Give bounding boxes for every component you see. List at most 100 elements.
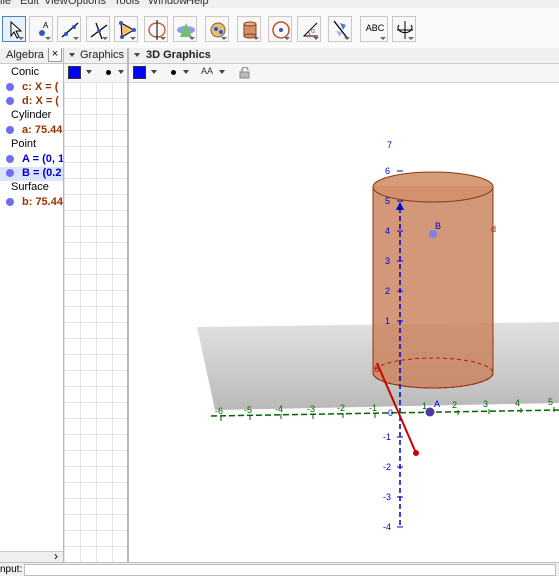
tool-group-indicator-icon: [160, 37, 166, 40]
view-menu-icon[interactable]: [69, 53, 75, 57]
angle-tool-button[interactable]: α: [297, 16, 321, 42]
point-a-label: A: [434, 399, 440, 409]
algebra-view-title-bar: Algebra ×: [0, 48, 63, 64]
graphics-style-bar: [64, 64, 127, 83]
polygon-tool-button[interactable]: [114, 16, 138, 42]
perpendicular-tool-button[interactable]: [86, 16, 110, 42]
algebra-view-title: Algebra: [6, 49, 44, 61]
menu-item[interactable]: ile: [0, 0, 11, 7]
z-tick-label: -1: [383, 432, 391, 442]
menu-item[interactable]: Help: [186, 0, 209, 7]
algebra-item-text: a: 75.44: [22, 124, 63, 136]
menu-item[interactable]: Options: [68, 0, 106, 7]
point-b-label: B: [435, 221, 441, 231]
graphics-view-title-bar: Graphics: [64, 48, 127, 64]
point-a[interactable]: [425, 407, 435, 417]
point-style-icon[interactable]: [106, 70, 111, 75]
algebra-view: Algebra × Conic c: X = (d: X = ( Cylinder a…: [0, 48, 64, 562]
text-tool-label: ABC: [365, 23, 385, 33]
algebra-item[interactable]: b: 75.44: [0, 196, 63, 210]
menu-item[interactable]: Edit: [20, 0, 39, 7]
label-style-button[interactable]: AA: [201, 66, 213, 76]
color-dropdown-icon[interactable]: [151, 70, 157, 74]
x-tick-label: -6: [215, 406, 223, 416]
color-swatch-button[interactable]: [133, 66, 146, 79]
graphics-canvas[interactable]: [64, 82, 127, 562]
tool-group-indicator-icon: [221, 37, 227, 40]
circle-point-tool-button[interactable]: [268, 16, 292, 42]
algebra-item[interactable]: c: X = (: [0, 81, 63, 95]
point-style-dropdown-icon[interactable]: [118, 70, 124, 74]
cylinder-tool-button[interactable]: [237, 16, 261, 42]
tool-group-indicator-icon: [313, 37, 319, 40]
z-tick-label: 4: [385, 226, 390, 236]
lock-icon[interactable]: [239, 66, 251, 82]
algebra-scrollbar[interactable]: ›: [0, 549, 63, 562]
close-icon[interactable]: ×: [48, 48, 62, 62]
svg-text:α: α: [311, 28, 315, 35]
line-tool-button[interactable]: [57, 16, 81, 42]
3d-scene[interactable]: -6 -5 -4 -3 -2 -1 1 2 3 4 51234567-1-2-3-40AB d6: [129, 83, 559, 562]
z-tick-label: -2: [383, 462, 391, 472]
graphics-view[interactable]: Graphics: [64, 48, 128, 562]
tool-group-indicator-icon: [18, 37, 24, 40]
scroll-right-icon[interactable]: ›: [54, 549, 58, 562]
rotate-view-tool-button[interactable]: [392, 16, 416, 42]
menu-item[interactable]: View: [44, 0, 68, 7]
cylinder-top-cap: [372, 171, 494, 203]
menu-bar: ile Edit View Options Tools Window Help: [0, 0, 559, 8]
color-dropdown-icon[interactable]: [86, 70, 92, 74]
menu-item[interactable]: Window: [148, 0, 187, 7]
algebra-item[interactable]: d: X = (: [0, 95, 63, 109]
input-label: nput:: [0, 564, 23, 575]
visibility-toggle-icon[interactable]: [6, 169, 14, 177]
point-b[interactable]: [429, 230, 437, 238]
circle-d-label: d: [491, 224, 496, 234]
z-tick-label: 5: [385, 196, 390, 206]
circle-axis-tool-button[interactable]: [144, 16, 168, 42]
algebra-category[interactable]: Point: [11, 138, 63, 152]
tool-group-indicator-icon: [408, 37, 414, 40]
menu-item[interactable]: Tools: [114, 0, 140, 7]
visibility-toggle-icon[interactable]: [6, 155, 14, 163]
toolbar: Aα ABC: [0, 8, 559, 49]
visibility-toggle-icon[interactable]: [6, 198, 14, 206]
algebra-item[interactable]: a: 75.44: [0, 124, 63, 138]
visibility-toggle-icon[interactable]: [6, 97, 14, 105]
z-tick-label: -3: [383, 492, 391, 502]
intersect-surfaces-tool-button[interactable]: [173, 16, 197, 42]
reflect-tool-button[interactable]: [328, 16, 352, 42]
algebra-category[interactable]: Surface: [11, 181, 63, 195]
input-field[interactable]: [24, 564, 556, 576]
origin-label: 0: [388, 408, 393, 418]
point-style-icon[interactable]: [171, 70, 176, 75]
point-tool-button[interactable]: A: [29, 16, 53, 42]
text-tool-button[interactable]: ABC: [360, 16, 388, 42]
algebra-item[interactable]: B = (0.2: [0, 167, 63, 181]
z-tick-label: 6: [385, 166, 390, 176]
view-menu-icon[interactable]: [134, 53, 140, 57]
algebra-item-text: B = (0.2: [22, 167, 62, 179]
algebra-category[interactable]: Conic: [11, 66, 63, 80]
y-tick-label: 6: [374, 364, 379, 374]
algebra-category[interactable]: Cylinder: [11, 109, 63, 123]
move-tool-button[interactable]: [2, 16, 26, 42]
x-tick-label: -2: [337, 403, 345, 413]
graphics-3d-title-bar: 3D Graphics: [129, 48, 559, 64]
color-swatch-button[interactable]: [68, 66, 81, 79]
algebra-item[interactable]: A = (0, 1: [0, 153, 64, 167]
label-style-dropdown-icon[interactable]: [219, 70, 225, 74]
svg-text:A: A: [43, 21, 49, 30]
point-style-dropdown-icon[interactable]: [183, 70, 189, 74]
algebra-item-text: A = (0, 1: [22, 153, 64, 165]
sphere-tool-button[interactable]: [205, 16, 229, 42]
x-tick-label: -1: [369, 403, 377, 413]
graphics-3d-view[interactable]: 3D Graphics AA -6 -5-4 -3 -2 -1 1 2 3 4 …: [128, 48, 559, 562]
graphics-3d-title: 3D Graphics: [146, 49, 211, 61]
visibility-toggle-icon[interactable]: [6, 126, 14, 134]
tool-group-indicator-icon: [189, 37, 195, 40]
algebra-item-text: d: X = (: [22, 95, 59, 107]
x-tick-label: 2: [452, 400, 457, 410]
visibility-toggle-icon[interactable]: [6, 83, 14, 91]
x-tick-label: 4: [515, 398, 520, 408]
